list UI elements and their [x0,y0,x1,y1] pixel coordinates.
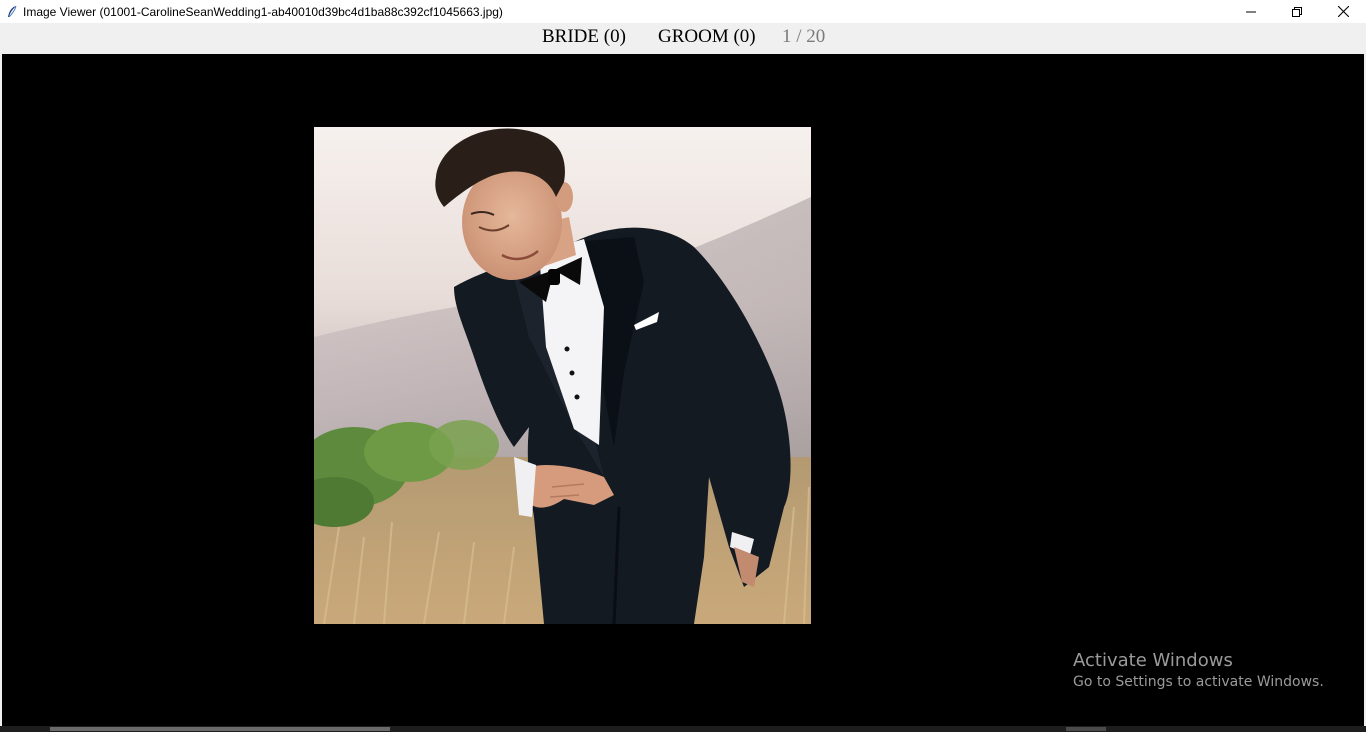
window-controls [1228,0,1366,23]
feather-icon [5,5,19,19]
restore-button[interactable] [1274,0,1320,23]
groom-button[interactable]: GROOM (0) [658,26,756,48]
image-viewer-window: Image Viewer (01001-CarolineSeanWedding1… [0,0,1366,732]
scrollbar-segment [1066,727,1106,731]
close-icon [1337,2,1349,21]
window-title: Image Viewer (01001-CarolineSeanWedding1… [23,4,503,19]
scrollbar-thumb[interactable] [50,727,390,731]
image-counter: 1 / 20 [782,26,826,47]
close-button[interactable] [1320,0,1366,23]
minimize-icon [1246,2,1256,21]
restore-icon [1292,2,1302,21]
toolbar: BRIDE (0) GROOM (0) 1 / 20 [0,23,1366,54]
bride-button[interactable]: BRIDE (0) [542,26,626,48]
watermark-title: Activate Windows [1073,650,1233,671]
minimize-button[interactable] [1228,0,1274,23]
activation-watermark: Activate Windows Go to Settings to activ… [1073,650,1324,692]
title-bar[interactable]: Image Viewer (01001-CarolineSeanWedding1… [0,0,1366,23]
displayed-photo [314,127,811,624]
horizontal-scrollbar[interactable] [0,726,1366,732]
image-canvas[interactable]: Activate Windows Go to Settings to activ… [2,54,1364,726]
watermark-subtitle: Go to Settings to activate Windows. [1073,674,1324,690]
